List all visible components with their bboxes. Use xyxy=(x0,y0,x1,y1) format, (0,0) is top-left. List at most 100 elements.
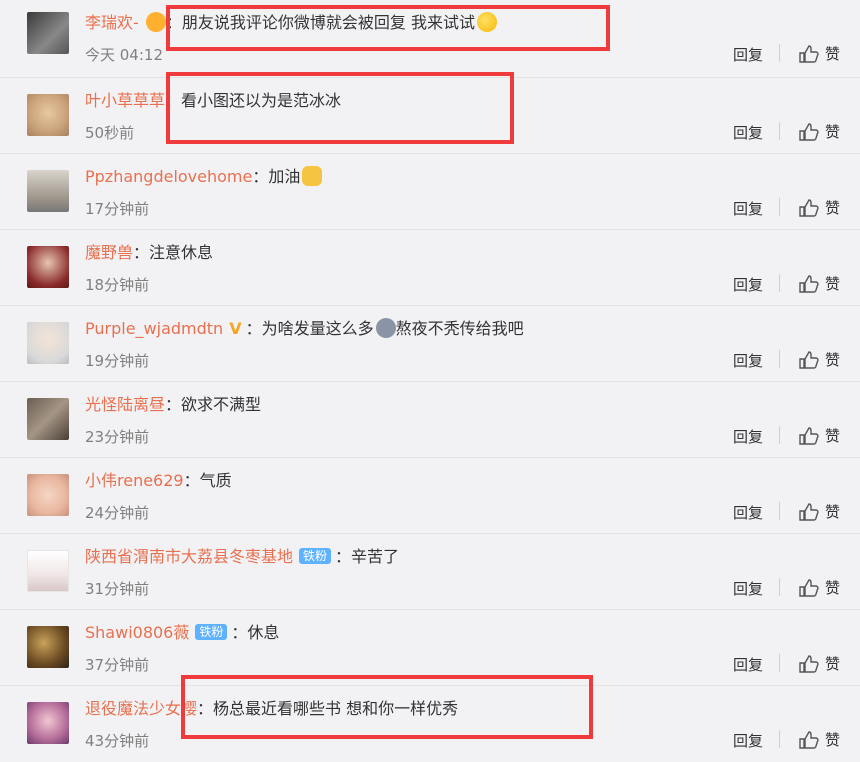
verified-v-icon: V xyxy=(229,319,242,338)
like-button[interactable]: 赞 xyxy=(799,577,840,598)
timestamp: 23分钟前 xyxy=(85,428,150,446)
thumbs-up-icon xyxy=(799,427,819,445)
username[interactable]: Ppzhangdelovehome xyxy=(85,167,252,186)
thumbs-up-icon xyxy=(799,655,819,673)
avatar[interactable] xyxy=(27,550,69,592)
divider xyxy=(779,426,780,444)
avatar[interactable] xyxy=(27,474,69,516)
avatar[interactable] xyxy=(27,12,69,54)
divider xyxy=(779,654,780,672)
thumbs-up-icon xyxy=(799,275,819,293)
timestamp: 17分钟前 xyxy=(85,200,150,218)
comment-text: 为啥发量这么多 xyxy=(261,319,374,338)
reply-button[interactable]: 回复 xyxy=(733,44,763,65)
divider xyxy=(779,44,780,62)
reply-button[interactable]: 回复 xyxy=(733,274,763,295)
comment-row: Purple_wjadmdtn V ：为啥发量这么多 熬夜不秃传给我吧 19分钟前 回… xyxy=(0,306,860,382)
like-label: 赞 xyxy=(824,503,840,521)
thumbs-up-icon xyxy=(799,351,819,369)
avatar[interactable] xyxy=(27,626,69,668)
like-button[interactable]: 赞 xyxy=(799,197,840,218)
avatar[interactable] xyxy=(27,398,69,440)
comment-text: 休息 xyxy=(247,623,280,642)
like-button[interactable]: 赞 xyxy=(799,43,840,64)
reply-button[interactable]: 回复 xyxy=(733,198,763,219)
timestamp: 18分钟前 xyxy=(85,276,150,294)
comment-row: 叶小草草草：看小图还以为是范冰冰 50秒前 回复 赞 xyxy=(0,78,860,154)
comment-text: 辛苦了 xyxy=(351,547,400,566)
username[interactable]: Purple_wjadmdtn xyxy=(85,319,223,338)
comment-text: 气质 xyxy=(199,471,232,490)
timestamp: 24分钟前 xyxy=(85,504,150,522)
thumbs-up-icon xyxy=(799,503,819,521)
timestamp: 50秒前 xyxy=(85,124,135,142)
like-button[interactable]: 赞 xyxy=(799,729,840,750)
comment-text: 看小图还以为是范冰冰 xyxy=(181,91,342,110)
reply-button[interactable]: 回复 xyxy=(733,426,763,447)
divider xyxy=(779,502,780,520)
like-label: 赞 xyxy=(824,427,840,445)
comment-row: Ppzhangdelovehome：加油 17分钟前 回复 赞 xyxy=(0,154,860,230)
username[interactable]: 小伟rene629 xyxy=(85,471,184,490)
username[interactable]: 魔野兽 xyxy=(85,243,133,262)
timestamp: 31分钟前 xyxy=(85,580,150,598)
divider xyxy=(779,350,780,368)
comment-row: 光怪陆离昼：欲求不满型 23分钟前 回复 赞 xyxy=(0,382,860,458)
divider xyxy=(779,578,780,596)
divider xyxy=(779,198,780,216)
like-label: 赞 xyxy=(824,579,840,597)
comment-text: 注意休息 xyxy=(149,243,214,262)
username[interactable]: 李瑞欢- xyxy=(85,13,139,32)
comment-row: 小伟rene629：气质 24分钟前 回复 赞 xyxy=(0,458,860,534)
avatar[interactable] xyxy=(27,246,69,288)
comment-text-continued: 熬夜不秃传给我吧 xyxy=(395,319,524,338)
comment-text: 朋友说我评论你微博就会被回复 我来试试 xyxy=(181,13,475,32)
like-button[interactable]: 赞 xyxy=(799,653,840,674)
comment-row: 退役魔法少女樱：杨总最近看哪些书 想和你一样优秀 43分钟前 回复 赞 xyxy=(0,686,860,762)
comment-text: 杨总最近看哪些书 想和你一样优秀 xyxy=(213,699,459,718)
like-label: 赞 xyxy=(824,351,840,369)
avatar[interactable] xyxy=(27,702,69,744)
thumbs-up-icon xyxy=(799,45,819,63)
timestamp: 今天 04:12 xyxy=(85,46,163,64)
reply-button[interactable]: 回复 xyxy=(733,578,763,599)
username[interactable]: 叶小草草草 xyxy=(85,91,165,110)
reply-button[interactable]: 回复 xyxy=(733,122,763,143)
username[interactable]: 光怪陆离昼 xyxy=(85,395,165,414)
comment-list: 李瑞欢- ：朋友说我评论你微博就会被回复 我来试试 今天 04:12 回复 赞 … xyxy=(0,0,860,762)
reply-button[interactable]: 回复 xyxy=(733,730,763,751)
like-label: 赞 xyxy=(824,275,840,293)
comment-row: 李瑞欢- ：朋友说我评论你微博就会被回复 我来试试 今天 04:12 回复 赞 xyxy=(0,0,860,78)
username[interactable]: Shawi0806薇 xyxy=(85,623,189,642)
comment-row: Shawi0806薇 铁粉 ：休息 37分钟前 回复 赞 xyxy=(0,610,860,686)
like-button[interactable]: 赞 xyxy=(799,121,840,142)
laughing-emoji-icon xyxy=(476,12,497,32)
like-button[interactable]: 赞 xyxy=(799,501,840,522)
like-button[interactable]: 赞 xyxy=(799,273,840,294)
like-button[interactable]: 赞 xyxy=(799,425,840,446)
thumbs-up-icon xyxy=(799,199,819,217)
avatar[interactable] xyxy=(27,94,69,136)
reply-button[interactable]: 回复 xyxy=(733,654,763,675)
avatar[interactable] xyxy=(27,170,69,212)
comment-text: 加油 xyxy=(268,167,301,186)
avatar[interactable] xyxy=(27,322,69,364)
fan-badge: 铁粉 xyxy=(195,624,228,640)
reply-button[interactable]: 回复 xyxy=(733,350,763,371)
thumbs-up-icon xyxy=(799,579,819,597)
divider xyxy=(779,274,780,292)
like-button[interactable]: 赞 xyxy=(799,349,840,370)
fan-badge: 铁粉 xyxy=(299,548,332,564)
timestamp: 37分钟前 xyxy=(85,656,150,674)
divider xyxy=(779,122,780,140)
timestamp: 19分钟前 xyxy=(85,352,150,370)
username[interactable]: 陕西省渭南市大荔县冬枣基地 xyxy=(85,547,293,566)
reply-button[interactable]: 回复 xyxy=(733,502,763,523)
crown-emoji-icon xyxy=(145,12,166,32)
timestamp: 43分钟前 xyxy=(85,732,150,750)
username[interactable]: 退役魔法少女樱 xyxy=(85,699,197,718)
like-label: 赞 xyxy=(824,655,840,673)
comment-text: 欲求不满型 xyxy=(181,395,262,414)
flexed-biceps-emoji-icon xyxy=(302,166,323,186)
thumbs-up-icon xyxy=(799,731,819,749)
